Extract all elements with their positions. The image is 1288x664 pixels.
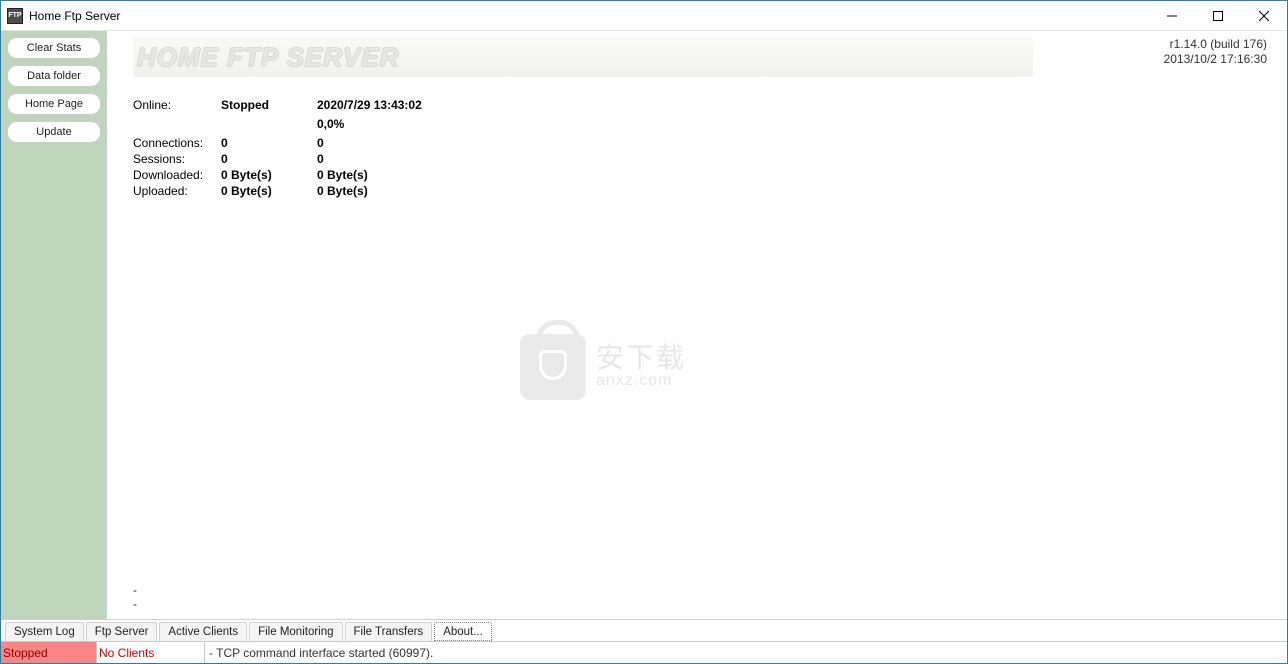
stats-row: Downloaded:0 Byte(s)0 Byte(s): [133, 167, 1287, 183]
tab-active-clients[interactable]: Active Clients: [159, 622, 247, 641]
status-message: - TCP command interface started (60997).: [205, 642, 1287, 663]
tab-file-monitoring[interactable]: File Monitoring: [249, 622, 342, 641]
window-controls: [1149, 1, 1287, 30]
version-line: r1.14.0 (build 176): [1164, 37, 1267, 52]
maximize-button[interactable]: [1195, 1, 1241, 30]
status-server-state: Stopped: [1, 642, 97, 663]
stat-current: 0: [221, 136, 317, 150]
footer-dashes: - -: [133, 583, 137, 611]
status-clients: No Clients: [97, 642, 205, 663]
clear-stats-button[interactable]: Clear Stats: [7, 37, 101, 59]
version-info: r1.14.0 (build 176) 2013/10/2 17:16:30: [1164, 37, 1267, 67]
home-page-button[interactable]: Home Page: [7, 93, 101, 115]
tab-file-transfers[interactable]: File Transfers: [345, 622, 433, 641]
stats-row: Uploaded:0 Byte(s)0 Byte(s): [133, 183, 1287, 199]
stat-total: 0 Byte(s): [317, 184, 368, 198]
online-label: Online:: [133, 98, 221, 112]
stat-label: Sessions:: [133, 152, 221, 166]
app-window: FTP Home Ftp Server Clear Stats Data fold…: [0, 0, 1288, 664]
stat-label: Uploaded:: [133, 184, 221, 198]
watermark-icon: [520, 334, 586, 400]
tab-system-log[interactable]: System Log: [5, 622, 84, 641]
stats-block: Online: Stopped 2020/7/29 13:43:02 0,0% …: [133, 97, 1287, 199]
client-area: Clear Stats Data folder Home Page Update r1…: [1, 31, 1287, 663]
tab-ftp-server[interactable]: Ftp Server: [86, 622, 158, 641]
stat-total: 0: [317, 136, 324, 150]
stat-current: 0: [221, 152, 317, 166]
minimize-button[interactable]: [1149, 1, 1195, 30]
stat-total: 0: [317, 152, 324, 166]
stat-current: 0 Byte(s): [221, 184, 317, 198]
online-time: 2020/7/29 13:43:02: [317, 98, 422, 112]
update-button[interactable]: Update: [7, 121, 101, 143]
online-status: Stopped: [221, 98, 317, 112]
data-folder-button[interactable]: Data folder: [7, 65, 101, 87]
watermark: 安下载 anxz.com: [520, 327, 740, 407]
sidebar: Clear Stats Data folder Home Page Update: [1, 31, 107, 619]
content-panel: r1.14.0 (build 176) 2013/10/2 17:16:30 H…: [107, 31, 1287, 619]
stats-row: Sessions:00: [133, 151, 1287, 167]
stat-label: Connections:: [133, 136, 221, 150]
banner-title: HOME FTP SERVER: [137, 42, 400, 73]
statusbar: Stopped No Clients - TCP command interfa…: [1, 641, 1287, 663]
stats-row: Connections:00: [133, 135, 1287, 151]
tab-about[interactable]: About...: [434, 622, 492, 641]
close-button[interactable]: [1241, 1, 1287, 30]
titlebar[interactable]: FTP Home Ftp Server: [1, 1, 1287, 31]
app-icon: FTP: [7, 8, 23, 24]
percent-value: 0,0%: [317, 117, 344, 131]
app-banner: HOME FTP SERVER: [133, 37, 1033, 77]
watermark-text: 安下载 anxz.com: [596, 344, 686, 390]
main-row: Clear Stats Data folder Home Page Update r1…: [1, 31, 1287, 619]
window-title: Home Ftp Server: [29, 9, 1149, 23]
stat-total: 0 Byte(s): [317, 168, 368, 182]
bottom-tabbar: System LogFtp ServerActive ClientsFile M…: [1, 619, 1287, 641]
stat-current: 0 Byte(s): [221, 168, 317, 182]
stat-label: Downloaded:: [133, 168, 221, 182]
build-time: 2013/10/2 17:16:30: [1164, 52, 1267, 67]
